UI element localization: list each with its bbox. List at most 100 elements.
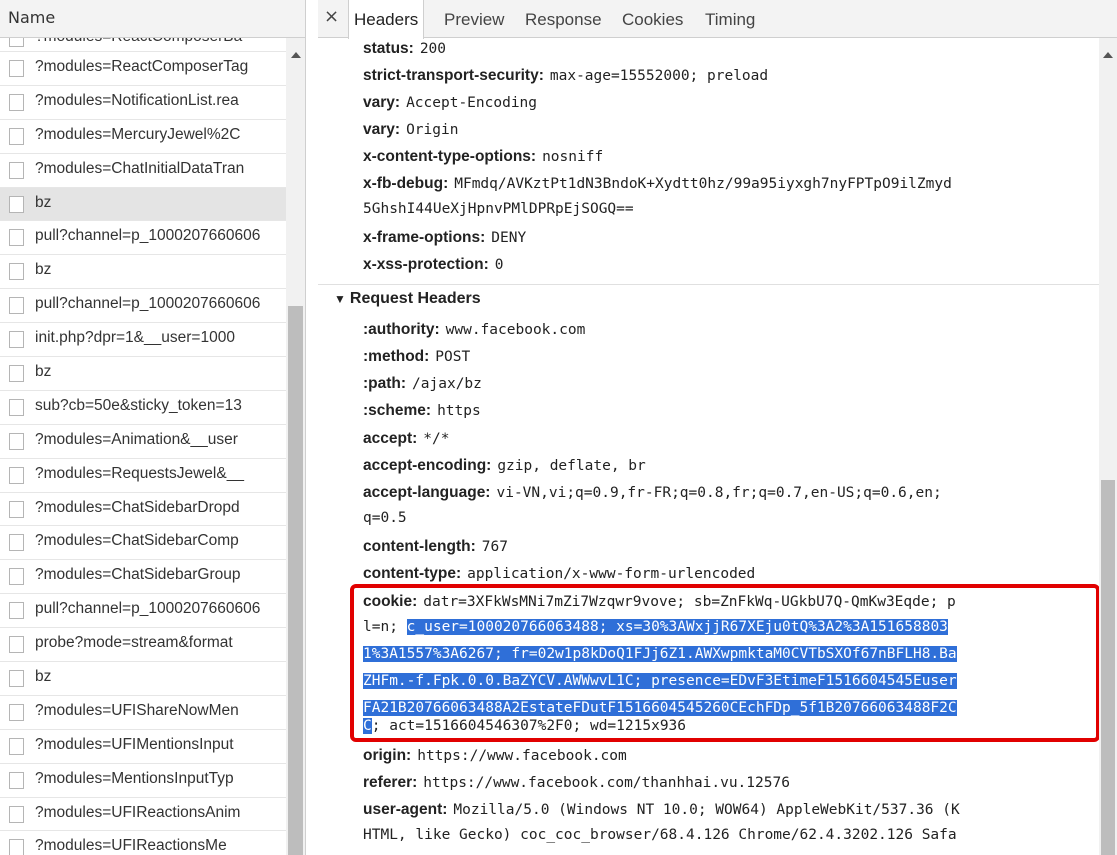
row-checkbox[interactable]: [9, 466, 24, 484]
cookie-value-line[interactable]: C; act=1516604546307%2F0; wd=1215x936: [363, 718, 686, 734]
request-row[interactable]: pull?channel=p_1000207660606: [0, 221, 286, 256]
row-checkbox[interactable]: [9, 365, 24, 383]
row-checkbox[interactable]: [9, 60, 24, 77]
request-row[interactable]: bz: [0, 357, 286, 391]
request-name: pull?channel=p_1000207660606: [35, 600, 261, 618]
request-name: ?modules=ChatSidebarComp: [35, 532, 239, 550]
row-checkbox[interactable]: [9, 93, 24, 111]
tab-preview[interactable]: Preview: [444, 0, 504, 38]
header-value: */*: [423, 431, 450, 447]
request-row[interactable]: ?modules=ChatInitialDataTran: [0, 154, 286, 188]
header-key: accept-encoding:: [363, 457, 492, 474]
header-key: cookie:: [363, 593, 418, 610]
scroll-up-arrow-icon[interactable]: [1103, 52, 1113, 58]
name-column-header[interactable]: Name: [0, 0, 305, 38]
request-row[interactable]: ?modules=ChatSidebarGroup: [0, 560, 286, 595]
header-value-continuation: HTML, like Gecko) coc_coc_browser/68.4.1…: [363, 827, 957, 843]
request-row-selected[interactable]: bz: [0, 187, 286, 222]
cookie-value-line[interactable]: 1%3A1557%3A6267; fr=02w1p8kDoQ1FJj6Z1.AW…: [363, 646, 957, 662]
request-row[interactable]: ?modules=ReactComposerTag: [0, 52, 286, 86]
request-headers-section-toggle[interactable]: ▼ Request Headers: [334, 290, 481, 308]
row-checkbox[interactable]: [9, 398, 24, 416]
close-icon[interactable]: ×: [324, 6, 339, 27]
request-list-panel: Name ?modules=ReactComposerBa ?modules=R…: [0, 0, 306, 855]
name-column-label: Name: [8, 8, 56, 27]
row-checkbox[interactable]: [9, 161, 24, 179]
request-name: init.php?dpr=1&__user=1000: [35, 329, 235, 347]
header-value: 767: [481, 539, 508, 555]
tab-response[interactable]: Response: [525, 0, 602, 38]
cookie-text-selected: 1%3A1557%3A6267; fr=02w1p8kDoQ1FJj6Z1.AW…: [363, 646, 957, 662]
request-row[interactable]: ?modules=ChatSidebarDropd: [0, 493, 286, 527]
row-checkbox[interactable]: [9, 805, 24, 823]
tab-cookies[interactable]: Cookies: [622, 0, 683, 38]
tab-timing[interactable]: Timing: [705, 0, 755, 38]
header-value: https: [437, 403, 481, 419]
row-checkbox[interactable]: [9, 602, 24, 620]
request-detail-panel: × Headers Preview Response Cookies Timin…: [318, 0, 1117, 855]
request-row[interactable]: ?modules=RequestsJewel&__: [0, 459, 286, 493]
cookie-value-line[interactable]: ZHFm.-f.Fpk.0.0.BaZYCV.AWWwvL1C; presenc…: [363, 673, 957, 689]
header-key: :authority:: [363, 321, 440, 338]
header-line: accept-language: vi-VN,vi;q=0.9,fr-FR;q=0…: [363, 483, 942, 502]
row-checkbox[interactable]: [9, 670, 24, 688]
row-checkbox[interactable]: [9, 636, 24, 654]
cookie-value-line[interactable]: l=n; c_user=100020766063488; xs=30%3AWxj…: [363, 619, 948, 635]
request-row[interactable]: ?modules=NotificationList.rea: [0, 86, 286, 120]
row-checkbox[interactable]: [9, 839, 24, 855]
row-checkbox[interactable]: [9, 263, 24, 281]
request-row[interactable]: pull?channel=p_1000207660606: [0, 594, 286, 629]
list-scrollbar[interactable]: [286, 38, 305, 855]
row-checkbox[interactable]: [9, 500, 24, 518]
request-name: probe?mode=stream&format: [35, 634, 233, 652]
request-row[interactable]: ?modules=ReactComposerBa: [0, 38, 286, 52]
header-line: :path: /ajax/bz: [363, 374, 482, 393]
list-scrollbar-thumb[interactable]: [288, 306, 303, 855]
row-checkbox[interactable]: [9, 771, 24, 789]
request-row[interactable]: bz: [0, 255, 286, 290]
request-row[interactable]: ?modules=UFIReactionsAnim: [0, 798, 286, 832]
row-checkbox[interactable]: [9, 432, 24, 450]
row-checkbox[interactable]: [9, 331, 24, 349]
row-checkbox[interactable]: [9, 703, 24, 721]
row-checkbox[interactable]: [9, 38, 24, 47]
request-row[interactable]: pull?channel=p_1000207660606: [0, 289, 286, 324]
request-row[interactable]: bz: [0, 662, 286, 696]
headers-content: status: 200 strict-transport-security: max…: [318, 38, 1099, 855]
request-name: ?modules=UFIMentionsInput: [35, 735, 234, 753]
request-row[interactable]: ?modules=MentionsInputTyp: [0, 764, 286, 798]
request-row[interactable]: ?modules=MercuryJewel%2C: [0, 120, 286, 154]
row-checkbox[interactable]: [9, 297, 24, 315]
tab-headers[interactable]: Headers: [348, 0, 425, 39]
request-row[interactable]: ?modules=UFIShareNowMen: [0, 696, 286, 730]
scroll-up-arrow-icon[interactable]: [291, 52, 301, 58]
header-line: x-content-type-options: nosniff: [363, 147, 603, 166]
header-line: vary: Origin: [363, 120, 458, 139]
request-name: ?modules=ReactComposerBa: [35, 38, 242, 46]
row-checkbox[interactable]: [9, 534, 24, 552]
request-row[interactable]: sub?cb=50e&sticky_token=13: [0, 391, 286, 425]
row-checkbox[interactable]: [9, 195, 24, 213]
row-checkbox[interactable]: [9, 229, 24, 247]
header-key: referer:: [363, 774, 418, 791]
header-value: nosniff: [542, 149, 604, 165]
detail-scrollbar-thumb[interactable]: [1101, 480, 1115, 855]
request-row[interactable]: init.php?dpr=1&__user=1000: [0, 323, 286, 358]
request-row[interactable]: ?modules=UFIReactionsMe: [0, 831, 286, 855]
row-checkbox[interactable]: [9, 127, 24, 145]
cookie-value-line[interactable]: datr=3XFkWsMNi7mZi7Wzqwr9vove; sb=ZnFkWq…: [423, 594, 956, 610]
row-checkbox[interactable]: [9, 737, 24, 755]
request-row[interactable]: ?modules=Animation&__user: [0, 425, 286, 459]
request-name: ?modules=MentionsInputTyp: [35, 769, 234, 787]
request-row[interactable]: probe?mode=stream&format: [0, 628, 286, 663]
request-row[interactable]: ?modules=UFIMentionsInput: [0, 730, 286, 764]
header-key: x-frame-options:: [363, 229, 486, 246]
header-line: x-frame-options: DENY: [363, 228, 526, 247]
cookie-value-line[interactable]: FA21B20766063488A2EstateFDutF15166045452…: [363, 700, 957, 716]
request-name: ?modules=ChatInitialDataTran: [35, 159, 245, 177]
detail-scrollbar[interactable]: [1099, 38, 1117, 855]
row-checkbox[interactable]: [9, 568, 24, 586]
header-key: vary:: [363, 94, 401, 111]
request-row[interactable]: ?modules=ChatSidebarComp: [0, 526, 286, 561]
cookie-header-line[interactable]: cookie: datr=3XFkWsMNi7mZi7Wzqwr9vove; sb…: [363, 592, 956, 611]
